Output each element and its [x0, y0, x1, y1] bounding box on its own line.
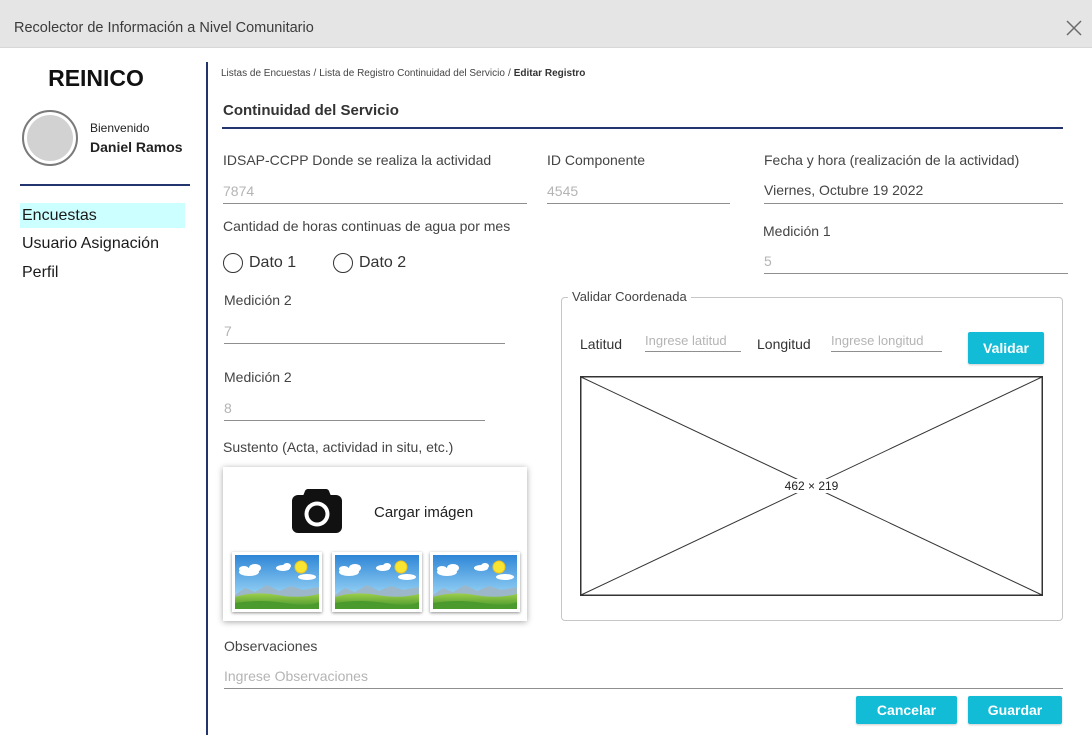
validate-coordinates-legend: Validar Coordenada — [568, 288, 691, 306]
observaciones-field[interactable] — [224, 663, 1063, 689]
sidebar-vertical-divider — [206, 62, 208, 735]
breadcrumb: Listas de Encuestas / Lista de Registro Co… — [221, 68, 585, 80]
sidebar-item-encuestas[interactable]: Encuestas — [20, 203, 185, 228]
breadcrumb-link-listas-encuestas[interactable]: Listas de Encuestas — [221, 68, 311, 79]
idsap-label: IDSAP-CCPP Donde se realiza la actividad — [223, 152, 492, 168]
longitude-label: Longitud — [757, 336, 811, 352]
title-bar: Recolector de Información a Nivel Comuni… — [0, 0, 1092, 48]
idsap-field[interactable] — [223, 178, 527, 204]
longitude-field[interactable] — [831, 330, 942, 352]
landscape-image-icon — [430, 552, 520, 612]
landscape-image-icon — [332, 552, 422, 612]
medicion-1-field[interactable] — [764, 248, 1068, 274]
map-placeholder-label: 462 × 219 — [783, 479, 840, 493]
window-title: Recolector de Información a Nivel Comuni… — [14, 20, 314, 36]
image-upload-area[interactable]: Cargar imágen — [223, 467, 527, 621]
breadcrumb-link-lista-registro[interactable]: Lista de Registro Continuidad del Servic… — [319, 68, 505, 79]
breadcrumb-separator: / — [507, 68, 511, 79]
medicion-2-label: Medición 2 — [224, 292, 292, 308]
radio-button[interactable] — [223, 253, 243, 273]
brand-logo-text: REINICO — [48, 65, 144, 91]
sidebar-divider-line — [20, 184, 190, 186]
radio-dato-1[interactable]: Dato 1 — [223, 253, 296, 273]
id-componente-field[interactable] — [547, 178, 730, 204]
horas-agua-label: Cantidad de horas continuas de agua por … — [223, 218, 511, 234]
radio-label: Dato 1 — [249, 254, 297, 271]
avatar — [22, 110, 78, 166]
breadcrumb-separator: / — [313, 68, 317, 79]
radio-label: Dato 2 — [359, 254, 407, 271]
save-button[interactable]: Guardar — [968, 696, 1062, 724]
map-image-placeholder: 462 × 219 — [580, 376, 1043, 596]
radio-dato-2[interactable]: Dato 2 — [333, 253, 406, 273]
medicion-2-second-label: Medición 2 — [224, 369, 292, 385]
latitude-label: Latitud — [580, 336, 623, 352]
camera-icon[interactable] — [292, 488, 342, 533]
sidebar-item-usuario-asignacion[interactable]: Usuario Asignación — [20, 231, 185, 256]
medicion-1-label: Medición 1 — [763, 223, 831, 239]
landscape-image-icon — [232, 552, 322, 612]
radio-button[interactable] — [333, 253, 353, 273]
close-icon[interactable] — [1066, 20, 1082, 36]
breadcrumb-current: Editar Registro — [513, 68, 586, 79]
sustento-label: Sustento (Acta, actividad in situ, etc.) — [223, 439, 454, 455]
fecha-hora-label: Fecha y hora (realización de la activida… — [764, 152, 1020, 168]
fecha-hora-field[interactable] — [764, 176, 1063, 204]
sidebar-item-perfil[interactable]: Perfil — [20, 260, 185, 285]
validate-coordinates-group: Validar Coordenada Latitud Longitud Vali… — [561, 288, 1063, 621]
user-name: Daniel Ramos — [90, 139, 183, 155]
latitude-field[interactable] — [645, 330, 741, 352]
id-componente-label: ID Componente — [547, 152, 646, 168]
observaciones-label: Observaciones — [224, 638, 318, 654]
welcome-text: Bienvenido — [90, 121, 150, 135]
medicion-2-second-field[interactable] — [224, 395, 485, 421]
cancel-button[interactable]: Cancelar — [856, 696, 957, 724]
page-title-underline — [222, 127, 1063, 129]
validate-button[interactable]: Validar — [968, 332, 1044, 364]
upload-image-label[interactable]: Cargar imágen — [374, 504, 473, 522]
medicion-2-field[interactable] — [224, 318, 505, 344]
page-title: Continuidad del Servicio — [223, 102, 399, 119]
